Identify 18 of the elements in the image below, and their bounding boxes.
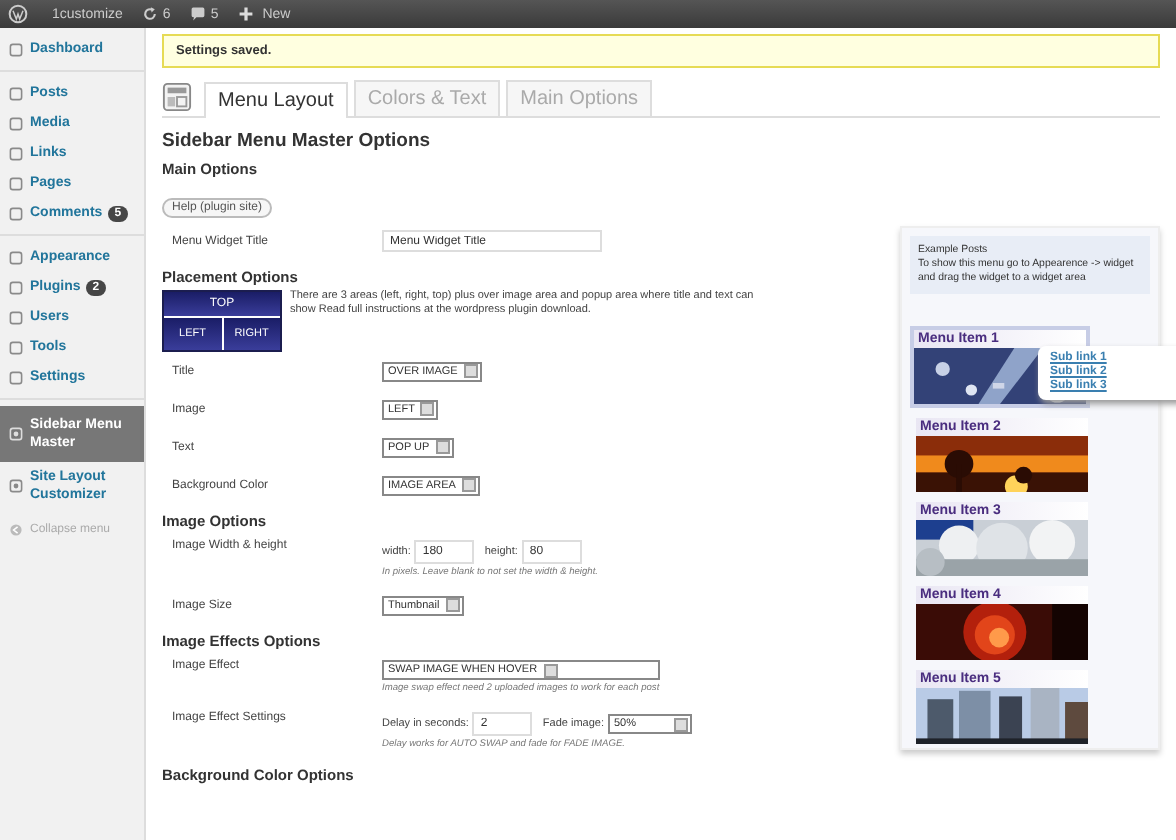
refresh-icon[interactable]	[142, 6, 159, 22]
speech-bubble-icon[interactable]	[190, 6, 207, 22]
menu-icon	[8, 41, 24, 57]
caret-icon	[445, 598, 460, 612]
page-title: Sidebar Menu Master Options	[162, 130, 433, 152]
caret-icon	[543, 663, 558, 677]
caret-icon	[463, 364, 478, 378]
wordpress-logo-icon[interactable]	[8, 4, 28, 24]
caret-icon	[674, 717, 688, 731]
plugin-screen-icon	[162, 82, 192, 112]
caret-icon	[420, 402, 435, 416]
menu-icon	[8, 426, 24, 442]
menu-icon	[8, 478, 24, 494]
plus-icon[interactable]	[238, 6, 255, 22]
caret-icon	[461, 478, 476, 492]
tab[interactable]: Menu Layout	[204, 82, 348, 118]
caret-icon	[435, 440, 450, 454]
collapse-icon	[8, 522, 24, 538]
